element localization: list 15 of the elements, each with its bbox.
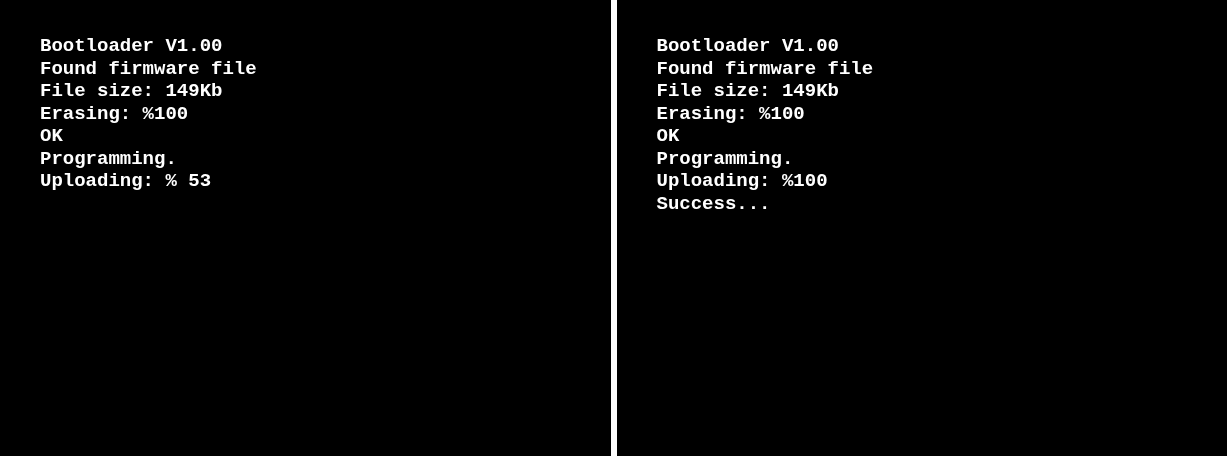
console-line: File size: 149Kb bbox=[40, 80, 223, 103]
console-line: OK bbox=[40, 125, 63, 148]
console-line: Success... bbox=[656, 192, 771, 215]
console-line: Erasing: %100 bbox=[656, 102, 805, 125]
console-line: File size: 149Kb bbox=[656, 80, 839, 103]
console-line: Bootloader V1.00 bbox=[40, 35, 223, 58]
console-line: Uploading: % 53 bbox=[40, 170, 212, 193]
console-line: Uploading: %100 bbox=[656, 170, 828, 193]
console-line: Found firmware file bbox=[40, 57, 257, 80]
console-line: Found firmware file bbox=[656, 57, 874, 80]
console-line: Bootloader V1.00 bbox=[656, 35, 839, 58]
console-line: OK bbox=[656, 125, 680, 148]
console-line: Programming. bbox=[40, 147, 177, 170]
console-line: Programming. bbox=[656, 147, 794, 170]
console-line: Erasing: %100 bbox=[40, 102, 189, 125]
